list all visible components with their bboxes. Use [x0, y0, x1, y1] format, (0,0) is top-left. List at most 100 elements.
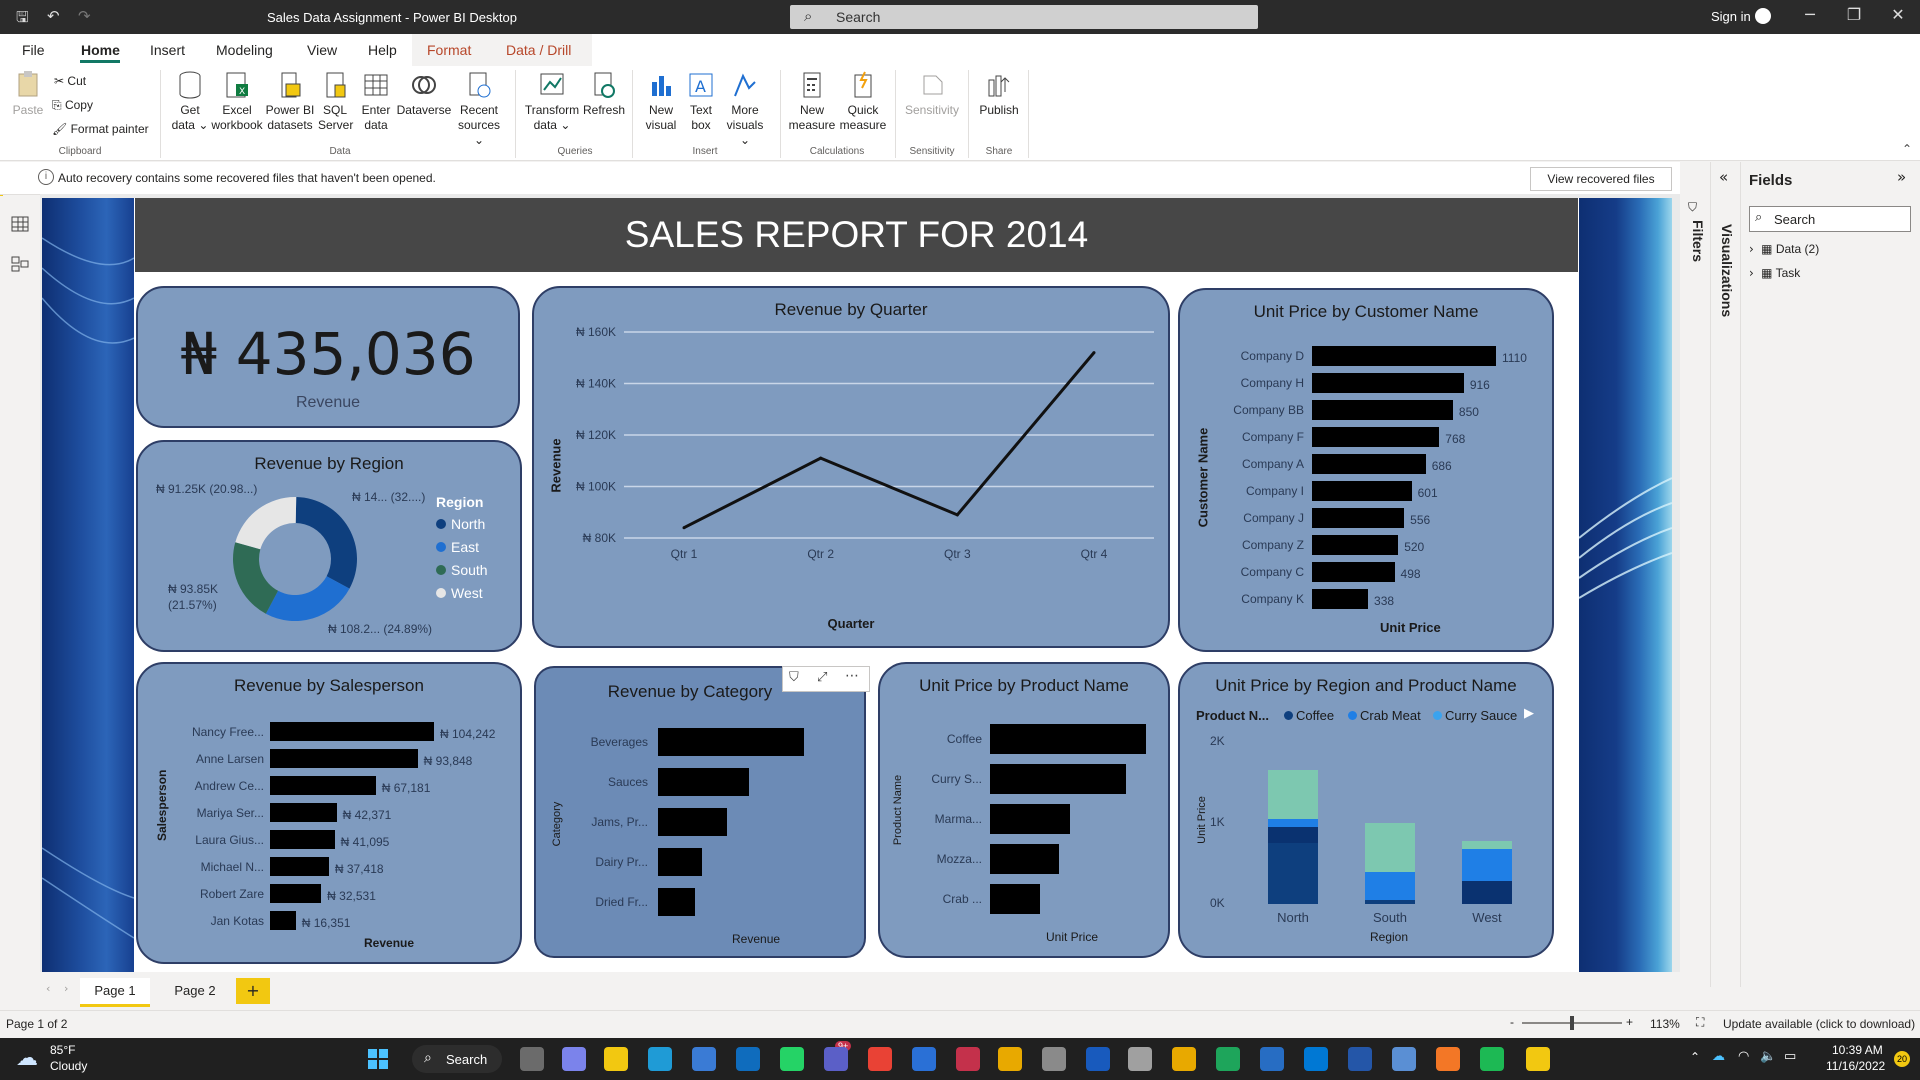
page-tab-1[interactable]: Page 1: [80, 978, 150, 1007]
bar[interactable]: [1312, 562, 1395, 582]
get-data-button[interactable]: Get data ⌄: [168, 70, 212, 133]
new-measure-button[interactable]: New measure: [786, 70, 838, 133]
powershell-icon[interactable]: [1348, 1047, 1372, 1071]
line-point[interactable]: [682, 526, 686, 530]
view-recovered-files-button[interactable]: View recovered files: [1530, 167, 1672, 191]
chrome-icon[interactable]: [868, 1047, 892, 1071]
paste-button[interactable]: Paste: [12, 70, 44, 118]
field-table-data[interactable]: › ▦ Data (2): [1749, 242, 1819, 256]
add-page-button[interactable]: +: [236, 978, 270, 1004]
stacked-segment[interactable]: [1268, 770, 1318, 819]
tab-view[interactable]: View: [307, 42, 337, 58]
revenue-kpi-card[interactable]: ₦ 435,036 Revenue: [136, 286, 520, 428]
stacked-segment[interactable]: [1462, 881, 1512, 904]
bar[interactable]: [990, 804, 1070, 834]
bar[interactable]: [1312, 373, 1464, 393]
stacked-segment[interactable]: [1268, 843, 1318, 904]
tab-home[interactable]: Home: [81, 42, 120, 58]
sensitivity-button[interactable]: Sensitivity: [900, 70, 964, 118]
bar[interactable]: [658, 848, 702, 876]
unit-price-by-customer-card[interactable]: Unit Price by Customer Name Company D 111…: [1178, 288, 1554, 652]
refresh-button[interactable]: Refresh: [582, 70, 626, 118]
enter-data-button[interactable]: Enter data: [356, 70, 396, 133]
salesperson-bar-chart[interactable]: Nancy Free... ₦ 104,242 Anne Larsen ₦ 93,84…: [138, 664, 520, 962]
focus-mode-icon[interactable]: ⤢: [817, 670, 827, 685]
tab-file[interactable]: File: [22, 42, 45, 58]
close-icon[interactable]: ✕: [1878, 5, 1918, 24]
stacked-segment[interactable]: [1462, 840, 1512, 849]
bar[interactable]: [658, 888, 695, 916]
quick-measure-button[interactable]: Quick measure: [838, 70, 888, 133]
save-icon[interactable]: 🖫: [16, 7, 29, 32]
visualizations-pane[interactable]: « Visualizations: [1710, 162, 1741, 987]
bar[interactable]: [658, 728, 804, 756]
excel-workbook-button[interactable]: X Excel workbook: [210, 70, 264, 133]
notification-count[interactable]: 20: [1894, 1051, 1910, 1067]
bar[interactable]: [1312, 589, 1369, 609]
revenue-by-salesperson-card[interactable]: Revenue by Salesperson Nancy Free... ₦ 10…: [136, 662, 522, 964]
tab-data-drill[interactable]: Data / Drill: [506, 42, 571, 58]
bar[interactable]: [270, 776, 376, 795]
customer-bar-chart[interactable]: Company D 1110 Company H 916 Company BB 850 Co…: [1180, 290, 1552, 650]
edge-icon[interactable]: [648, 1047, 672, 1071]
expand-left-icon[interactable]: «: [1719, 168, 1728, 186]
windows-start-icon[interactable]: [368, 1049, 388, 1069]
vscode-icon[interactable]: [1304, 1047, 1328, 1071]
app-icon[interactable]: [998, 1047, 1022, 1071]
dataverse-button[interactable]: Dataverse: [396, 70, 452, 118]
unit-price-by-product-card[interactable]: Unit Price by Product Name Coffee Curry S…: [878, 662, 1170, 958]
bar[interactable]: [990, 724, 1146, 754]
spotify-icon[interactable]: [1480, 1047, 1504, 1071]
chevron-up-icon[interactable]: ⌃: [1690, 1050, 1700, 1064]
mail-icon[interactable]: [912, 1047, 936, 1071]
pycharm-icon[interactable]: [1216, 1047, 1240, 1071]
filter-icon[interactable]: ⛉: [789, 670, 799, 685]
power-bi-icon[interactable]: [1526, 1047, 1550, 1071]
power-bi-datasets-button[interactable]: Power BI datasets: [265, 70, 315, 133]
revenue-line[interactable]: [683, 351, 1096, 530]
category-bar-chart[interactable]: Beverages Sauces Jams, Pr... Dairy Pr... Dri…: [536, 668, 864, 956]
filters-pane[interactable]: ⛉ Filters: [1680, 162, 1710, 987]
zoom-in-icon[interactable]: +: [1626, 1015, 1633, 1029]
jupyter-icon[interactable]: [1436, 1047, 1460, 1071]
prev-page-icon[interactable]: ‹: [46, 982, 50, 995]
tab-modeling[interactable]: Modeling: [216, 42, 273, 58]
app-icon[interactable]: [1392, 1047, 1416, 1071]
bar[interactable]: [270, 857, 329, 876]
taskbar-search[interactable]: ⌕ Search: [412, 1045, 502, 1073]
bar[interactable]: [1312, 346, 1496, 366]
line-point[interactable]: [819, 456, 823, 460]
word-icon[interactable]: [1086, 1047, 1110, 1071]
task-view-icon[interactable]: [520, 1047, 544, 1071]
collapse-right-icon[interactable]: »: [1897, 168, 1906, 186]
stacked-segment[interactable]: [1462, 848, 1512, 882]
battery-icon[interactable]: ▭: [1784, 1049, 1796, 1064]
bar[interactable]: [270, 830, 335, 849]
unit-price-by-region-product-card[interactable]: Unit Price by Region and Product Name Pr…: [1178, 662, 1554, 958]
stacked-segment[interactable]: [1365, 899, 1415, 904]
bar[interactable]: [270, 749, 418, 768]
update-available-link[interactable]: Update available (click to download): [1723, 1017, 1915, 1031]
revenue-by-category-card[interactable]: Revenue by Category Beverages Sauces Jams,…: [534, 666, 866, 958]
next-page-icon[interactable]: ›: [64, 982, 68, 995]
whatsapp-icon[interactable]: [780, 1047, 804, 1071]
quarter-line-chart[interactable]: ₦ 160K ₦ 140K ₦ 120K ₦ 100K ₦ 80K Qtr 1 Qtr 2 Q…: [534, 288, 1170, 648]
line-point[interactable]: [955, 513, 959, 517]
donut-slice-east[interactable]: [265, 576, 350, 621]
model-view-icon[interactable]: [11, 256, 29, 272]
app-icon[interactable]: [1042, 1047, 1066, 1071]
copy-button[interactable]: ⎘ Copy: [52, 98, 93, 113]
bar[interactable]: [1312, 481, 1412, 501]
redo-icon[interactable]: ↷: [78, 7, 91, 25]
help-icon[interactable]: [1172, 1047, 1196, 1071]
minimize-icon[interactable]: ─: [1790, 5, 1830, 24]
fields-search-input[interactable]: ⌕ Search: [1749, 206, 1911, 232]
stacked-segment[interactable]: [1268, 827, 1318, 844]
zoom-out-icon[interactable]: -: [1510, 1015, 1514, 1029]
app-icon[interactable]: [1128, 1047, 1152, 1071]
line-point[interactable]: [1092, 351, 1096, 355]
new-visual-button[interactable]: New visual: [640, 70, 682, 133]
outlook-icon[interactable]: [736, 1047, 760, 1071]
recent-sources-button[interactable]: Recent sources ⌄: [452, 70, 506, 148]
fit-page-icon[interactable]: ⛶: [1696, 1015, 1704, 1030]
